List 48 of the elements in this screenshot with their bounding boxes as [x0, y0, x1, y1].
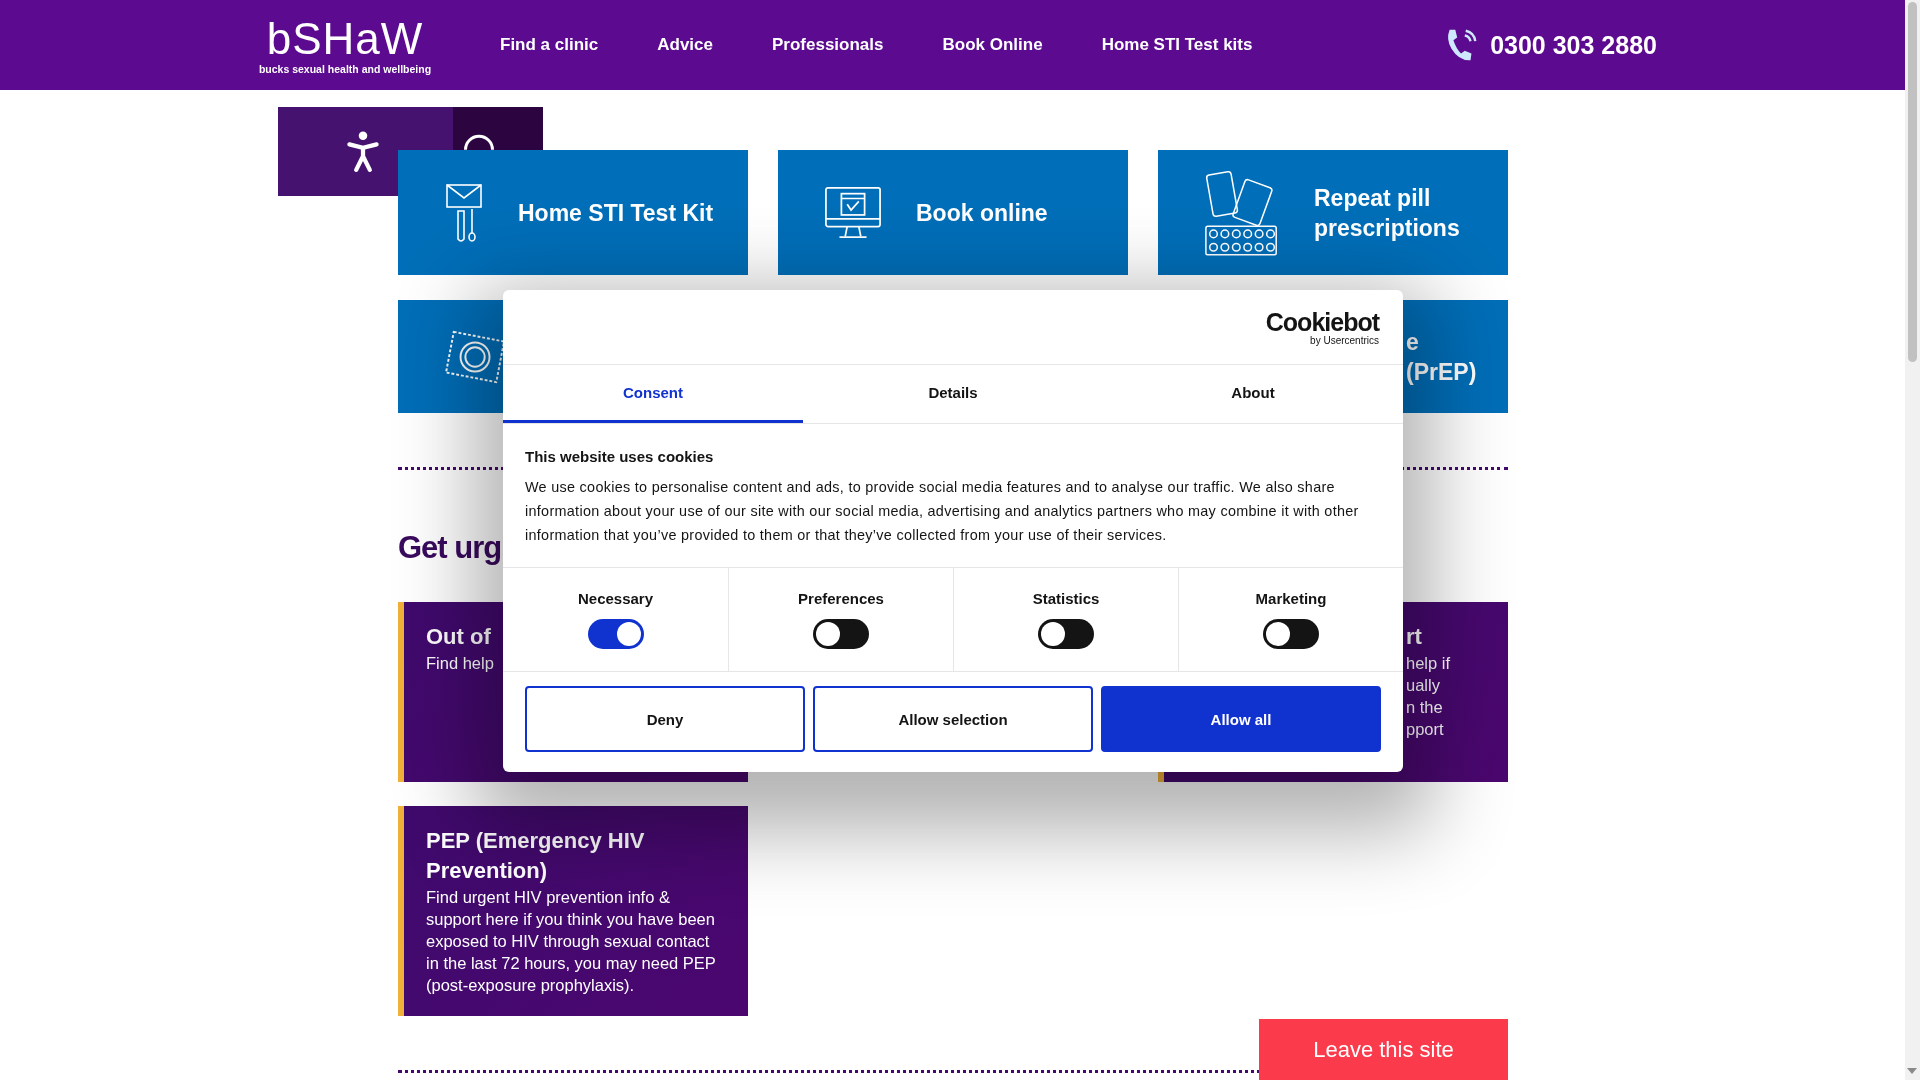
toggle-switch[interactable] — [1038, 619, 1094, 649]
tile-label: Repeat pill prescriptions — [1314, 183, 1460, 243]
card-title: PEP (Emergency HIV Prevention) — [426, 827, 646, 885]
category-label: Necessary — [577, 590, 654, 607]
card-title: Out of — [426, 623, 491, 651]
cookiebot-logo: Cookiebot by Usercentrics — [1265, 308, 1379, 346]
dialog-tab[interactable]: Details — [803, 365, 1103, 423]
card-text: Find urgent HIV prevention info & support here if you think you have been exposed to HIV through sexual contact in the last 72 hours, you may need PEP (post-exposure prophylaxis). — [426, 887, 717, 996]
dialog-tab[interactable]: About — [1103, 365, 1403, 423]
scrollbar-thumb[interactable] — [1908, 2, 1917, 362]
card-text: Find help — [426, 653, 495, 674]
search-icon — [464, 133, 494, 150]
card-title: rt — [1406, 623, 1422, 651]
nav-link[interactable]: Advice — [657, 35, 713, 55]
tile-label: Home STI Test Kit — [518, 198, 714, 228]
quick-link-tile[interactable]: Home STI Test Kit — [398, 150, 748, 275]
category-label: Marketing — [1255, 590, 1327, 607]
search-button[interactable] — [398, 107, 543, 150]
accessibility-icon — [346, 129, 380, 174]
tile-label: Book online — [916, 198, 1048, 228]
scroll-down-icon[interactable] — [1907, 1068, 1917, 1074]
consent-button[interactable]: Allow all — [1101, 686, 1381, 752]
section-heading: Get urg — [398, 530, 502, 566]
toggle-switch[interactable] — [813, 619, 869, 649]
nav-link[interactable]: Professionals — [772, 35, 884, 55]
nav-link[interactable]: Book Online — [942, 35, 1043, 55]
leave-site-button[interactable]: Leave this site — [1259, 1019, 1508, 1080]
info-card[interactable] — [398, 806, 748, 1016]
dialog-title: This website uses cookies — [525, 448, 715, 465]
quick-link-tile[interactable]: Repeat pill prescriptions — [1158, 150, 1508, 275]
dialog-tab[interactable]: Consent — [503, 365, 803, 423]
card-text: help if ually n the pport — [1406, 653, 1452, 740]
category-label: Preferences — [798, 590, 884, 607]
site-logo[interactable]: bSHaW bucks sexual health and wellbeing — [255, 15, 435, 75]
envelope-swab-icon — [444, 181, 484, 244]
toggle-switch[interactable] — [587, 619, 644, 649]
consent-button[interactable]: Allow selection — [813, 686, 1093, 752]
dialog-text: We use cookies to personalise content and ads, to provide social media features and to analyse our traffic. We also share information about your use of our site with our social media, advertising and analytics partners who may combine it with other information that you’ve provided to them or that they’ve collected from your use of their services. — [525, 478, 1360, 545]
monitor-calendar-icon — [824, 184, 882, 241]
toggle-switch[interactable] — [1263, 619, 1319, 649]
consent-button[interactable]: Deny — [525, 686, 805, 752]
nav-link[interactable]: Home STI Test kits — [1101, 35, 1253, 55]
nav-link[interactable]: Find a clinic — [500, 35, 599, 55]
tile-label: e (PrEP) — [1406, 327, 1477, 387]
quick-link-tile[interactable]: Book online — [778, 150, 1128, 275]
category-label: Statistics — [1032, 590, 1100, 607]
phone-number[interactable]: 0300 303 2880 — [1490, 30, 1657, 60]
accessibility-button[interactable] — [278, 107, 398, 196]
